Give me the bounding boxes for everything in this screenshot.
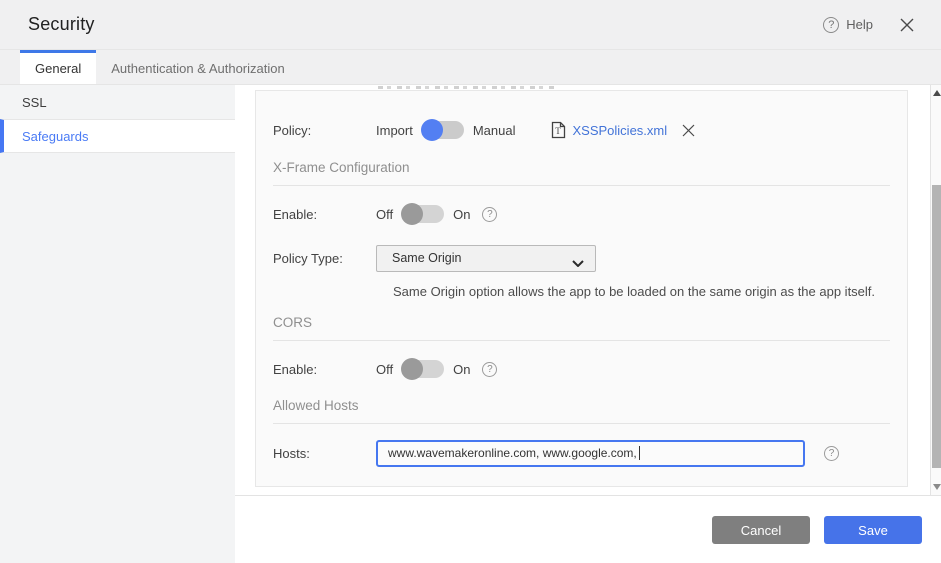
hosts-input-value: www.wavemakeronline.com, www.google.com, (388, 446, 637, 460)
policy-type-label: Policy Type: (273, 250, 343, 266)
policy-label: Policy: (273, 122, 312, 138)
xframe-enable-label: Enable: (273, 206, 318, 222)
page-title: Security (28, 14, 95, 34)
toggle-knob (420, 119, 443, 141)
help-label: Help (846, 17, 873, 32)
xframe-off-label: Off (376, 206, 394, 222)
policy-import-manual-toggle[interactable] (420, 119, 464, 141)
clipped-scrolled-text (378, 86, 558, 89)
scroll-down-icon[interactable] (932, 482, 941, 491)
content-scroll-area: Policy: Import Manual T XSSPolicies.xml (235, 85, 930, 495)
security-dialog: Security ? Help General Authentication &… (0, 0, 941, 563)
policy-manual-label: Manual (472, 122, 516, 138)
cors-enable-toggle[interactable] (401, 358, 445, 380)
sidebar-item-safeguards[interactable]: Safeguards (0, 119, 235, 153)
tab-bar: General Authentication & Authorization (0, 50, 941, 85)
xss-policies-file-link[interactable]: XSSPolicies.xml (572, 123, 667, 138)
hosts-input[interactable]: www.wavemakeronline.com, www.google.com, (376, 439, 805, 467)
xframe-enable-toggle[interactable] (401, 203, 445, 225)
help-question-icon: ? (823, 16, 840, 33)
section-divider (273, 423, 890, 424)
help-button[interactable]: ? Help (823, 16, 873, 33)
section-divider (273, 340, 890, 341)
policy-import-label: Import (376, 122, 413, 138)
xframe-enable-row: Enable: Off On ? (256, 200, 907, 228)
safeguards-form-panel: Policy: Import Manual T XSSPolicies.xml (255, 90, 908, 487)
text-caret (638, 446, 640, 460)
allowed-hosts-section-heading: Allowed Hosts (273, 398, 359, 413)
cors-enable-row: Enable: Off On ? (256, 355, 907, 383)
sidebar-item-ssl[interactable]: SSL (0, 85, 235, 119)
hosts-row: Hosts: www.wavemakeronline.com, www.goog… (256, 439, 907, 467)
cors-section-heading: CORS (273, 315, 313, 330)
cors-off-label: Off (376, 361, 394, 377)
tab-general[interactable]: General (20, 50, 97, 84)
cancel-button[interactable]: Cancel (712, 516, 810, 544)
chevron-down-icon (572, 256, 584, 270)
xframe-section-heading: X-Frame Configuration (273, 160, 410, 175)
cors-enable-label: Enable: (273, 361, 318, 377)
settings-sidebar: SSL Safeguards (0, 85, 235, 563)
close-icon[interactable] (899, 17, 915, 33)
scrollbar-thumb[interactable] (932, 185, 941, 468)
hosts-label: Hosts: (273, 445, 310, 461)
toggle-knob (401, 358, 424, 380)
tab-authentication-authorization[interactable]: Authentication & Authorization (96, 50, 299, 84)
policy-file-group: T XSSPolicies.xml (551, 121, 696, 139)
policy-type-select[interactable]: Same Origin (376, 244, 596, 272)
xframe-enable-help-icon[interactable]: ? (482, 206, 498, 222)
dialog-header: Security ? Help (0, 0, 941, 50)
xframe-on-label: On (453, 206, 471, 222)
dialog-footer: Cancel Save (235, 495, 941, 563)
cors-enable-help-icon[interactable]: ? (482, 361, 498, 377)
scroll-up-icon[interactable] (932, 89, 941, 98)
vertical-scrollbar (930, 85, 941, 495)
svg-text:T: T (556, 126, 562, 136)
policy-type-row: Policy Type: Same Origin (256, 244, 907, 272)
toggle-knob (401, 203, 424, 225)
policy-type-selected-value: Same Origin (392, 251, 462, 265)
remove-file-icon[interactable] (681, 123, 696, 138)
xml-file-icon: T (551, 121, 566, 139)
save-button[interactable]: Save (824, 516, 922, 544)
policy-type-description: Same Origin option allows the app to be … (393, 284, 876, 299)
hosts-help-icon[interactable]: ? (824, 445, 839, 461)
cors-on-label: On (453, 361, 471, 377)
policy-row: Policy: Import Manual T XSSPolicies.xml (256, 115, 907, 145)
section-divider (273, 185, 890, 186)
